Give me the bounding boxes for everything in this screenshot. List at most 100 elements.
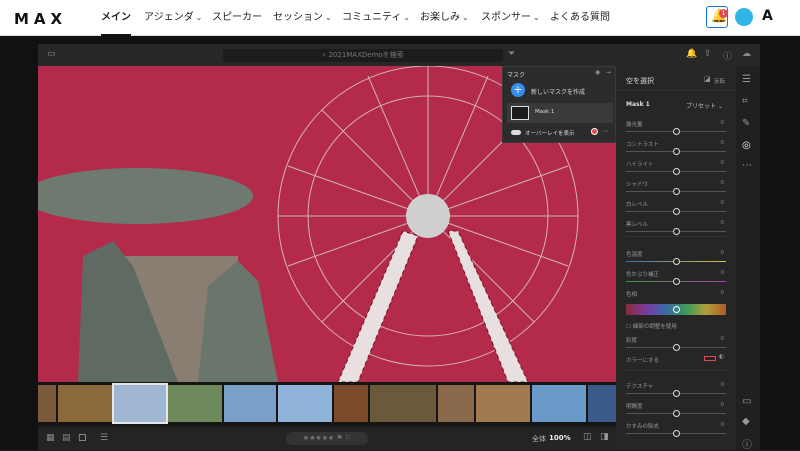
slider-label: かすみの除去 xyxy=(626,424,660,430)
grid-view-icon[interactable]: ▦ xyxy=(46,433,55,443)
slider-value: 0 xyxy=(720,220,725,226)
mask-list-item[interactable]: Mask 1 xyxy=(507,103,613,123)
adobe-logo[interactable]: A xyxy=(762,8,773,24)
tag-icon[interactable]: ◆ xyxy=(742,416,750,427)
preset-label: プリセット xyxy=(686,103,717,110)
cloud-icon[interactable]: ☁ xyxy=(742,49,751,59)
nav-item-agenda[interactable]: アジェンダ ⌄ xyxy=(144,0,202,36)
nav-item-faq[interactable]: よくある質問 xyxy=(550,0,610,36)
preset-dropdown[interactable]: プリセット ⌄ xyxy=(686,101,723,110)
hue-thumb[interactable] xyxy=(673,306,680,313)
filmstrip-thumb[interactable] xyxy=(224,385,276,422)
comment-icon[interactable]: ▭ xyxy=(742,396,751,407)
nav-item-fun[interactable]: お楽しみ ⌄ xyxy=(420,0,469,36)
create-mask-label[interactable]: 新しいマスクを作成 xyxy=(531,87,585,96)
square-grid-icon[interactable]: ▤ xyxy=(62,433,71,443)
slider-thumb[interactable] xyxy=(673,390,680,397)
divider xyxy=(626,370,726,371)
more-icon[interactable]: ⋯ xyxy=(742,160,752,171)
slider-value: 0 xyxy=(720,336,725,342)
filmstrip-thumb[interactable] xyxy=(38,385,56,422)
site-header: MAX メイン アジェンダ ⌄ スピーカー セッション ⌄ コミュニティ ⌄ お楽しみ… xyxy=(0,0,800,36)
filmstrip-thumb[interactable] xyxy=(588,385,616,422)
invert-icon[interactable]: ◪ xyxy=(704,75,711,83)
mask-tool-icon[interactable]: ◎ xyxy=(742,140,751,151)
mask-panel: マスク ◉ → + 新しいマスクを作成 Mask 1 オーバーレイを表示 ⋯ xyxy=(502,66,616,143)
info-icon[interactable]: ⓘ xyxy=(742,436,752,451)
nav-item-community[interactable]: コミュニティ ⌄ xyxy=(342,0,410,36)
eye-icon[interactable]: ◉ xyxy=(595,69,600,76)
overlay-color-swatch[interactable] xyxy=(591,128,598,135)
slider-value: 0 xyxy=(720,160,725,166)
nav-label: スポンサー xyxy=(481,12,531,23)
max-logo[interactable]: MAX xyxy=(14,10,67,28)
slider-thumb[interactable] xyxy=(673,228,680,235)
slider-label: 彩度 xyxy=(626,338,638,344)
notifications-button[interactable]: 🔔 1 xyxy=(706,6,728,28)
slider-thumb[interactable] xyxy=(673,168,680,175)
chevron-down-icon: ⌄ xyxy=(717,103,723,110)
slider-value: 0 xyxy=(720,120,725,126)
more-icon[interactable]: ⋯ xyxy=(602,127,609,135)
slider-thumb[interactable] xyxy=(673,208,680,215)
panel-toggle-icon[interactable]: ▭ xyxy=(47,49,56,59)
slider-thumb[interactable] xyxy=(673,430,680,437)
chevron-down-icon: ⌄ xyxy=(325,13,332,22)
slider-value: 0 xyxy=(720,180,725,186)
fine-adjust-checkbox[interactable]: ☐ 細部の調整を使用 xyxy=(626,322,677,330)
filmstrip-thumb[interactable] xyxy=(476,385,530,422)
collapse-icon[interactable]: → xyxy=(606,69,611,76)
search-input[interactable]: ⌕ 2021MAXDemoを検索 xyxy=(223,49,503,62)
colorize-swatch[interactable] xyxy=(704,356,716,361)
filmstrip-thumb[interactable] xyxy=(370,385,436,422)
panel-title: 空を選択 xyxy=(626,77,654,85)
flag-icon[interactable]: ⚑ ⚐ xyxy=(336,434,351,442)
filmstrip-thumb[interactable] xyxy=(532,385,586,422)
compare-icon[interactable]: ◫ xyxy=(583,432,592,442)
slider-label: 明瞭度 xyxy=(626,404,643,410)
slider-label: 色かぶり補正 xyxy=(626,272,660,278)
slider-thumb[interactable] xyxy=(673,128,680,135)
slider-thumb[interactable] xyxy=(673,410,680,417)
avatar[interactable] xyxy=(735,8,753,26)
bell-icon[interactable]: 🔔 xyxy=(686,49,697,59)
slider-thumb[interactable] xyxy=(673,278,680,285)
split-view-icon[interactable]: ◨ xyxy=(600,432,609,442)
slider-thumb[interactable] xyxy=(673,344,680,351)
slider-label: 色相 xyxy=(626,292,638,298)
view-fit-label[interactable]: 全体 xyxy=(532,434,546,444)
filmstrip-thumb[interactable] xyxy=(438,385,474,422)
single-view-icon[interactable]: ▢ xyxy=(78,433,87,443)
filmstrip-thumb-selected[interactable] xyxy=(112,383,168,424)
nav-item-sessions[interactable]: セッション ⌄ xyxy=(273,0,332,36)
nav-item-speakers[interactable]: スピーカー xyxy=(212,0,262,36)
zoom-level[interactable]: 100% xyxy=(549,434,571,442)
filmstrip-thumb[interactable] xyxy=(58,385,112,422)
crop-icon[interactable]: ⌗ xyxy=(742,96,748,107)
sort-icon[interactable]: ☰ xyxy=(100,433,108,443)
help-icon[interactable]: ⓘ xyxy=(723,49,732,62)
filmstrip-thumb[interactable] xyxy=(168,385,222,422)
overlay-toggle[interactable] xyxy=(511,130,521,135)
slider-thumb[interactable] xyxy=(673,258,680,265)
checkbox-icon[interactable]: ☐ xyxy=(626,324,631,330)
filmstrip-thumb[interactable] xyxy=(278,385,332,422)
share-icon[interactable]: ⇪ xyxy=(704,49,712,59)
nav-item-main[interactable]: メイン xyxy=(101,0,131,36)
filmstrip-thumb[interactable] xyxy=(334,385,368,422)
slider-thumb[interactable] xyxy=(673,188,680,195)
invert-label[interactable]: 反転 xyxy=(714,77,725,85)
add-mask-button[interactable]: + xyxy=(511,83,525,97)
mask-item-label: Mask 1 xyxy=(535,109,555,115)
nav-item-sponsors[interactable]: スポンサー ⌄ xyxy=(481,0,540,36)
slider-value: 0 xyxy=(720,422,725,428)
star-rating[interactable]: ★★★★★ xyxy=(303,434,334,442)
filter-icon[interactable]: ⏷ xyxy=(508,49,515,59)
slider-thumb[interactable] xyxy=(673,148,680,155)
chevron-down-icon: ⌄ xyxy=(533,13,540,22)
healing-icon[interactable]: ✎ xyxy=(742,118,750,129)
filmstrip xyxy=(38,382,616,426)
rating-flag-control[interactable]: ★★★★★ ⚑ ⚐ xyxy=(286,432,368,445)
eyedropper-icon[interactable]: ◐ xyxy=(719,353,724,360)
edit-sliders-icon[interactable]: ☰ xyxy=(742,74,751,85)
